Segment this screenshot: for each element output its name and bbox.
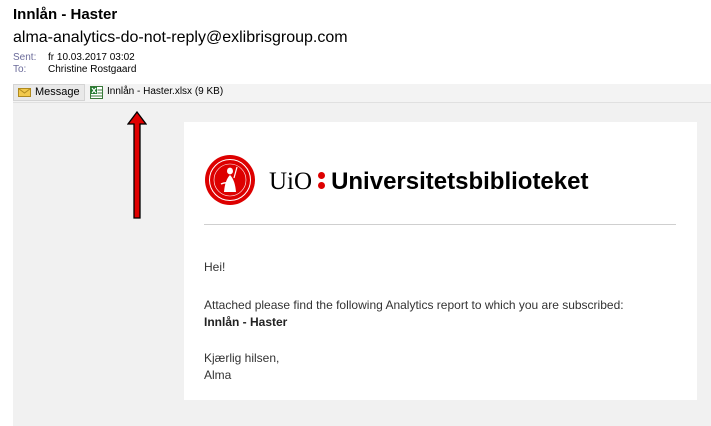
attachment-label: Innlån - Haster.xlsx (9 KB) bbox=[107, 86, 224, 97]
sent-row: Sent: fr 10.03.2017 03:02 bbox=[13, 52, 135, 63]
divider bbox=[204, 224, 676, 225]
message-tab-label: Message bbox=[35, 86, 80, 98]
email-header: Innlån - Haster alma-analytics-do-not-re… bbox=[0, 0, 711, 84]
red-up-arrow-icon bbox=[127, 111, 147, 219]
attachment-bar: Message Innlån - Haster.xlsx (9 KB) bbox=[13, 84, 711, 103]
uio-seal-icon bbox=[205, 155, 255, 205]
brand-colon-dots bbox=[317, 170, 327, 190]
brand-name: Universitetsbiblioteket bbox=[331, 168, 589, 195]
greeting: Hei! bbox=[204, 260, 226, 274]
report-name: Innlån - Haster bbox=[204, 315, 288, 329]
to-label: To: bbox=[13, 64, 27, 75]
intro-text: Attached please find the following Analy… bbox=[204, 298, 624, 312]
envelope-icon bbox=[18, 88, 31, 97]
brand-logo: UiO Universitetsbiblioteket bbox=[269, 168, 588, 196]
attachment-file[interactable]: Innlån - Haster.xlsx (9 KB) bbox=[90, 84, 223, 101]
message-tab[interactable]: Message bbox=[13, 84, 85, 101]
excel-file-icon bbox=[90, 86, 103, 99]
email-sender[interactable]: alma-analytics-do-not-reply@exlibrisgrou… bbox=[13, 29, 348, 47]
email-content-card: UiO Universitetsbiblioteket Hei! Attached… bbox=[184, 122, 697, 400]
to-value[interactable]: Christine Rostgaard bbox=[48, 64, 136, 75]
sent-value: fr 10.03.2017 03:02 bbox=[48, 52, 135, 63]
signature: Alma bbox=[204, 368, 232, 382]
to-row: To: Christine Rostgaard bbox=[13, 64, 136, 75]
brand-short: UiO bbox=[269, 168, 313, 195]
sent-label: Sent: bbox=[13, 52, 37, 63]
closing: Kjærlig hilsen, bbox=[204, 351, 280, 365]
email-subject: Innlån - Haster bbox=[13, 6, 118, 23]
